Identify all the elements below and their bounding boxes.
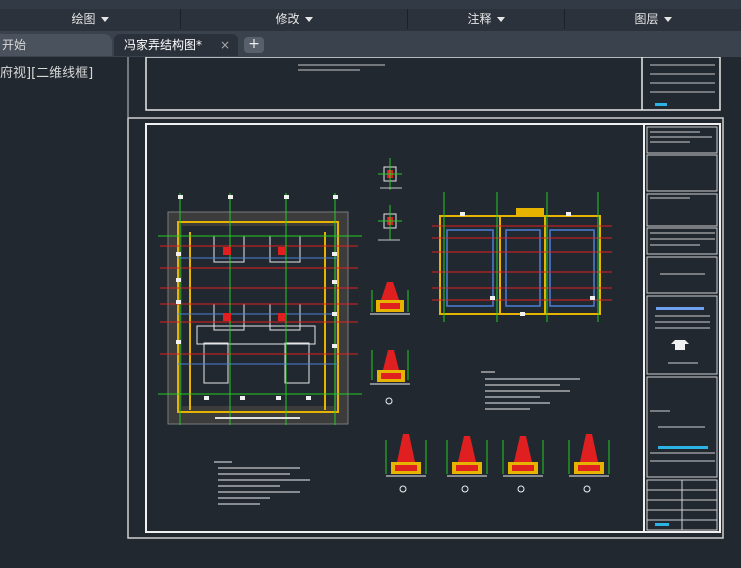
panel-modify-dropdown[interactable]: 修改 <box>181 9 408 29</box>
model-space-canvas[interactable] <box>0 57 741 568</box>
panel-annotate-label: 注释 <box>467 12 492 26</box>
panel-annotate-dropdown[interactable]: 注释 <box>408 9 565 29</box>
panel-draw-dropdown[interactable]: 绘图 <box>0 9 181 29</box>
chevron-down-icon <box>100 17 109 22</box>
new-tab-button[interactable]: + <box>244 37 264 53</box>
ribbon-tools-strip <box>0 0 741 9</box>
chevron-down-icon <box>496 17 505 22</box>
close-icon[interactable]: × <box>220 34 230 56</box>
panel-modify-label: 修改 <box>275 12 300 26</box>
tab-start[interactable]: 开始 <box>0 34 112 56</box>
tab-drawing-label: 冯家弄结构图* <box>124 38 203 52</box>
chevron-down-icon <box>304 17 313 22</box>
viewport-label[interactable]: 府视][二维线框] <box>0 62 93 81</box>
file-tab-bar: 开始 冯家弄结构图* × + <box>0 31 741 57</box>
panel-draw-label: 绘图 <box>71 12 96 26</box>
foundation-plan <box>158 193 362 425</box>
tab-drawing[interactable]: 冯家弄结构图* × <box>114 34 238 56</box>
panel-layers-label: 图层 <box>634 12 659 26</box>
panel-layers-dropdown[interactable]: 图层 <box>565 9 741 29</box>
chevron-down-icon <box>663 17 672 22</box>
canvas-background <box>0 57 741 568</box>
ribbon: 绘图 修改 注释 图层 <box>0 0 741 31</box>
